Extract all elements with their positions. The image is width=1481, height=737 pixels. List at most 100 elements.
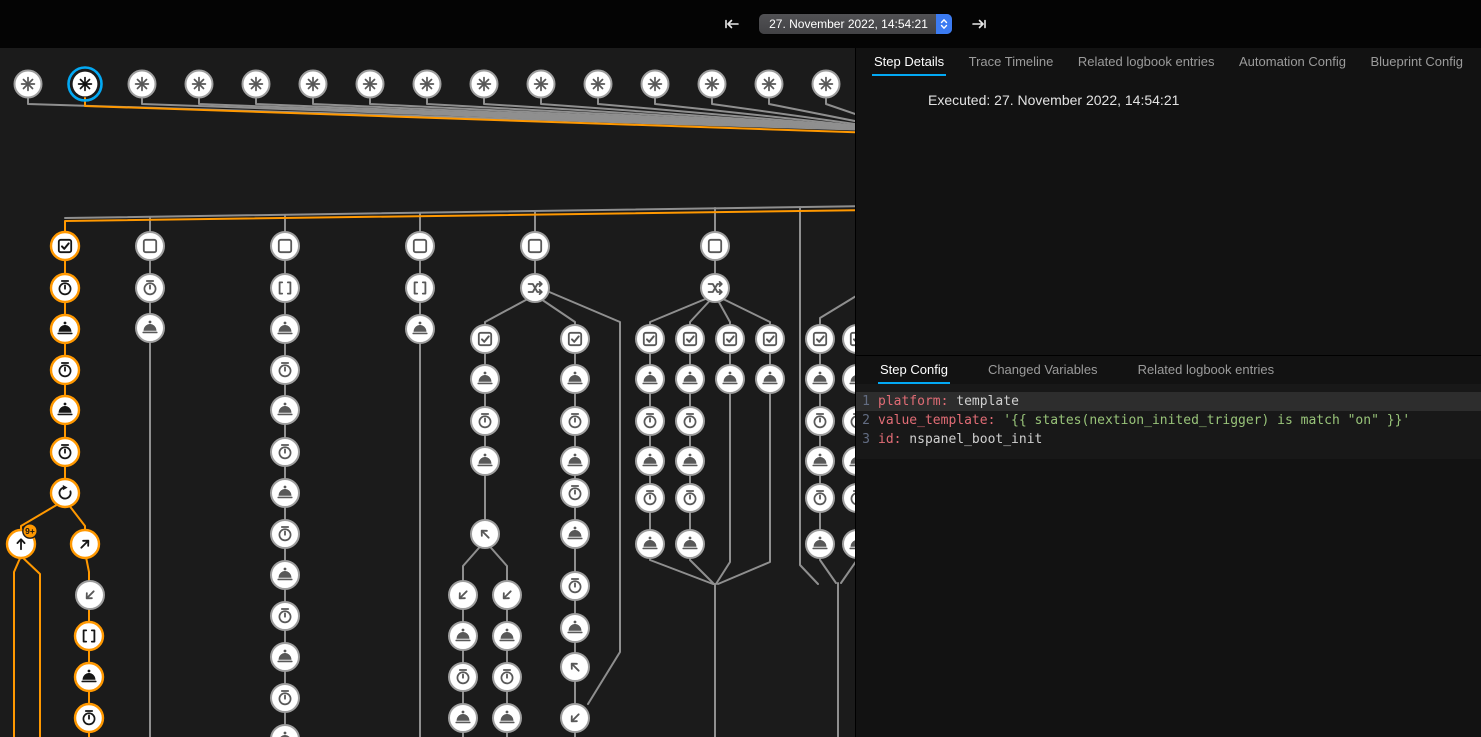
tab-step-config[interactable]: Step Config <box>878 356 950 384</box>
trace-node-service-call-node[interactable] <box>636 447 664 475</box>
trace-node-service-call-node[interactable] <box>75 663 103 691</box>
trace-node-service-call-node[interactable] <box>471 447 499 475</box>
trace-node-repeat-loop-node[interactable]: 9+ <box>7 524 37 558</box>
code-line-2[interactable]: 2value_template: '{{ states(nextion_init… <box>856 411 1481 430</box>
next-run-button[interactable] <box>966 11 992 37</box>
tab-changed-variables[interactable]: Changed Variables <box>986 356 1100 384</box>
trace-node-choose-node[interactable] <box>701 274 729 302</box>
tab-blueprint-config[interactable]: Blueprint Config <box>1368 48 1465 76</box>
trace-node-delay-node[interactable] <box>843 484 855 512</box>
trace-node-option-node[interactable] <box>406 232 434 260</box>
trace-node-service-call-node[interactable] <box>843 365 855 393</box>
trace-node-condition-node[interactable] <box>636 325 664 353</box>
trigger-node[interactable] <box>243 71 270 98</box>
trace-node-branch-exit-node[interactable] <box>561 653 589 681</box>
trace-node-service-call-node[interactable] <box>449 704 477 732</box>
trace-node-condition-node[interactable] <box>561 325 589 353</box>
tab-step-details[interactable]: Step Details <box>872 48 946 76</box>
trace-node-service-call-node[interactable] <box>561 520 589 548</box>
trigger-node[interactable] <box>642 71 669 98</box>
trace-node-condition-node[interactable] <box>676 325 704 353</box>
trace-node-delay-node[interactable] <box>271 602 299 630</box>
trace-node-service-call-node[interactable] <box>493 622 521 650</box>
trace-node-service-call-node[interactable] <box>271 643 299 671</box>
trigger-node[interactable] <box>186 71 213 98</box>
trace-node-delay-node[interactable] <box>271 520 299 548</box>
trace-node-condition-node[interactable] <box>51 232 79 260</box>
trigger-node[interactable] <box>15 71 42 98</box>
trace-node-service-call-node[interactable] <box>806 365 834 393</box>
trigger-node[interactable] <box>699 71 726 98</box>
trace-node-branch-return-node[interactable] <box>561 704 589 732</box>
trace-node-option-node[interactable] <box>521 232 549 260</box>
trace-node-option-node[interactable] <box>271 232 299 260</box>
trace-node-delay-node[interactable] <box>75 704 103 732</box>
trigger-node[interactable] <box>471 71 498 98</box>
trace-node-delay-node[interactable] <box>271 684 299 712</box>
trigger-node[interactable] <box>129 71 156 98</box>
trace-node-service-call-node[interactable] <box>271 479 299 507</box>
code-line-3[interactable]: 3id: nspanel_boot_init <box>856 430 1481 449</box>
trace-node-service-call-node[interactable] <box>806 530 834 558</box>
trace-node-service-call-node[interactable] <box>676 365 704 393</box>
trace-node-service-call-node[interactable] <box>843 530 855 558</box>
trace-node-delay-node[interactable] <box>271 356 299 384</box>
trace-node-service-call-node[interactable] <box>271 561 299 589</box>
trace-node-service-call-node[interactable] <box>271 725 299 737</box>
trace-node-branch-exit-node[interactable] <box>471 520 499 548</box>
trace-node-branch-return-node[interactable] <box>76 581 104 609</box>
trace-node-delay-node[interactable] <box>561 572 589 600</box>
trace-node-delay-node[interactable] <box>51 438 79 466</box>
trace-node-condition-node[interactable] <box>716 325 744 353</box>
trace-node-service-call-node[interactable] <box>51 315 79 343</box>
trace-node-service-call-node[interactable] <box>271 315 299 343</box>
trace-node-service-call-node[interactable] <box>51 396 79 424</box>
trace-node-delay-node[interactable] <box>636 407 664 435</box>
trace-graph[interactable]: 9+ <box>0 48 855 737</box>
trace-node-service-call-node[interactable] <box>136 314 164 342</box>
trace-node-delay-node[interactable] <box>271 438 299 466</box>
trace-node-template-node[interactable] <box>75 622 103 650</box>
trace-node-choose-node[interactable] <box>521 274 549 302</box>
trigger-node[interactable] <box>528 71 555 98</box>
trace-node-service-call-node[interactable] <box>406 315 434 343</box>
trace-node-service-call-node[interactable] <box>806 447 834 475</box>
trace-node-delay-node[interactable] <box>561 479 589 507</box>
trace-node-service-call-node[interactable] <box>449 622 477 650</box>
trace-node-service-call-node[interactable] <box>493 704 521 732</box>
trace-node-condition-node[interactable] <box>806 325 834 353</box>
trigger-node[interactable] <box>585 71 612 98</box>
trigger-node[interactable] <box>414 71 441 98</box>
trace-node-option-node[interactable] <box>136 232 164 260</box>
trace-node-option-node[interactable] <box>701 232 729 260</box>
trace-node-condition-node[interactable] <box>756 325 784 353</box>
trace-node-delay-node[interactable] <box>471 407 499 435</box>
trace-node-template-node[interactable] <box>406 274 434 302</box>
trigger-node[interactable] <box>756 71 783 98</box>
trace-node-service-call-node[interactable] <box>561 365 589 393</box>
trace-node-delay-node[interactable] <box>493 663 521 691</box>
code-line-1[interactable]: 1platform: template <box>856 392 1481 411</box>
run-selector[interactable]: 27. November 2022, 14:54:21 <box>759 14 952 34</box>
trace-node-template-node[interactable] <box>271 274 299 302</box>
trace-node-condition-node[interactable] <box>471 325 499 353</box>
trace-node-delay-node[interactable] <box>136 274 164 302</box>
trace-node-delay-node[interactable] <box>676 484 704 512</box>
trace-node-delay-node[interactable] <box>843 407 855 435</box>
tab-related-logbook-entries[interactable]: Related logbook entries <box>1136 356 1277 384</box>
trace-node-delay-node[interactable] <box>806 484 834 512</box>
trace-node-service-call-node[interactable] <box>271 396 299 424</box>
trace-node-delay-node[interactable] <box>636 484 664 512</box>
trace-node-delay-node[interactable] <box>676 407 704 435</box>
trace-node-condition-node[interactable] <box>843 325 855 353</box>
trigger-node[interactable] <box>300 71 327 98</box>
trigger-node-selected[interactable] <box>69 68 102 101</box>
trace-node-delay-node[interactable] <box>806 407 834 435</box>
trace-node-service-call-node[interactable] <box>843 447 855 475</box>
trace-node-delay-node[interactable] <box>51 274 79 302</box>
trace-node-delay-node[interactable] <box>449 663 477 691</box>
yaml-code-block[interactable]: 1platform: template2value_template: '{{ … <box>856 384 1481 459</box>
trace-node-repeat-node[interactable] <box>51 479 79 507</box>
trace-node-service-call-node[interactable] <box>676 530 704 558</box>
trace-node-branch-return-node[interactable] <box>493 581 521 609</box>
